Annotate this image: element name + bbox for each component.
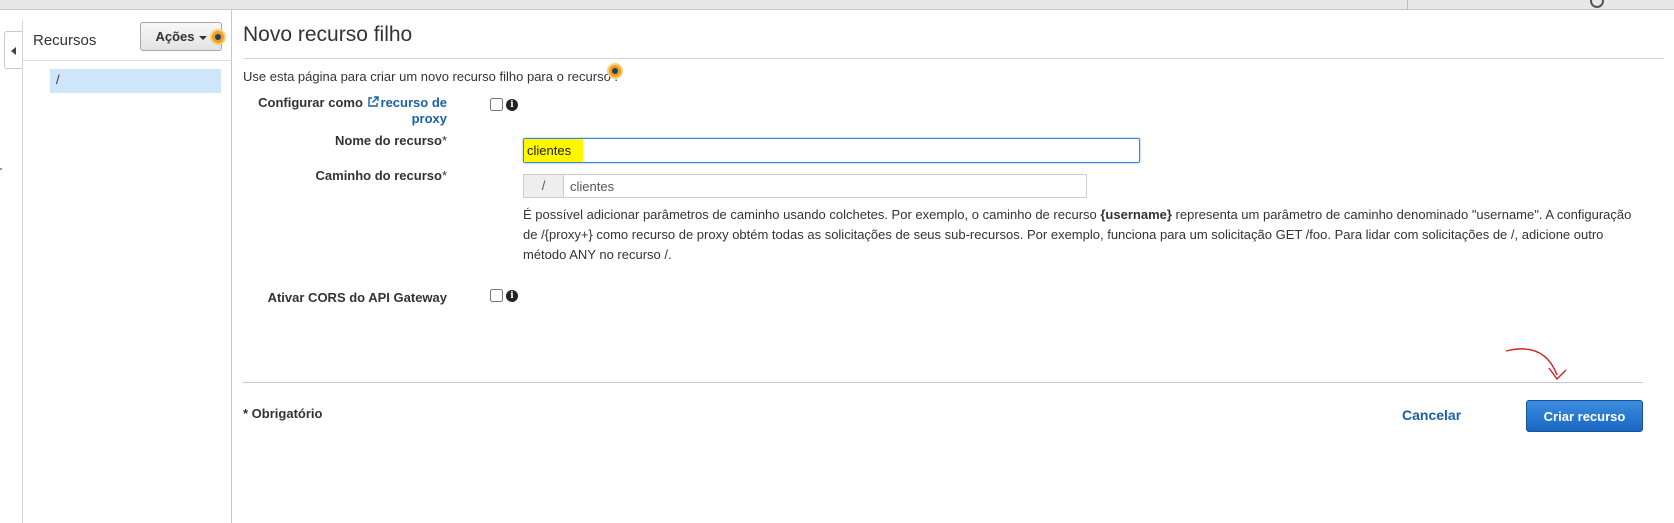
page-intro: Use esta página para criar um novo recur… [243,69,618,84]
proxy-link-text: recurso de proxy [380,95,447,126]
footer-divider [243,382,1643,383]
cors-checkbox[interactable] [490,289,503,302]
cancel-button[interactable]: Cancelar [1402,407,1461,423]
resource-tree-root[interactable]: / [50,69,221,93]
proxy-label-prefix: Configurar como [258,95,363,110]
cors-label: Ativar CORS do API Gateway [267,290,447,305]
resource-name-input[interactable] [523,138,1140,163]
required-note: * Obrigatório [243,406,323,421]
top-navigation-bar [0,0,1674,10]
help-text-param: {username} [1100,207,1172,222]
resource-path-input[interactable] [563,174,1087,198]
title-divider [243,58,1664,59]
proxy-label: Configurar como recurso de proxy [243,95,447,127]
main-content: Novo recurso filho Use esta página para … [243,10,1674,523]
info-dot-icon[interactable] [210,29,226,45]
edge-dot [0,168,2,170]
help-icon[interactable] [1590,0,1604,8]
required-mark: * [441,168,447,183]
resources-sidebar: Recursos Ações / [23,10,232,523]
caret-down-icon [198,35,207,40]
resource-path-label: Caminho do recurso* [243,168,447,183]
required-mark: * [441,133,447,148]
sidebar-title: Recursos [33,32,97,49]
create-resource-button[interactable]: Criar recurso [1526,400,1643,432]
proxy-info-icon[interactable]: i [506,99,518,111]
info-dot-icon[interactable] [607,63,623,79]
cors-info-icon[interactable]: i [506,290,518,302]
proxy-resource-link[interactable]: recurso de proxy [367,95,447,126]
intro-text: Use esta página para criar um novo recur… [243,69,619,84]
proxy-checkbox[interactable] [490,98,503,111]
collapse-sidebar-button[interactable] [4,31,22,69]
resource-name-label: Nome do recurso* [243,133,447,148]
path-help-text: É possível adicionar parâmetros de camin… [523,205,1634,265]
collapse-arrow-icon [11,47,16,55]
page-title: Novo recurso filho [243,23,413,46]
external-link-icon [367,96,379,107]
topbar-divider [1407,0,1408,10]
resource-name-label-text: Nome do recurso [335,133,442,148]
resource-path-label-text: Caminho do recurso [315,168,442,183]
help-text-part1: É possível adicionar parâmetros de camin… [523,207,1101,222]
sidebar-divider [23,60,232,61]
actions-label: Ações [155,29,195,44]
resource-path-prefix: / [523,174,563,198]
